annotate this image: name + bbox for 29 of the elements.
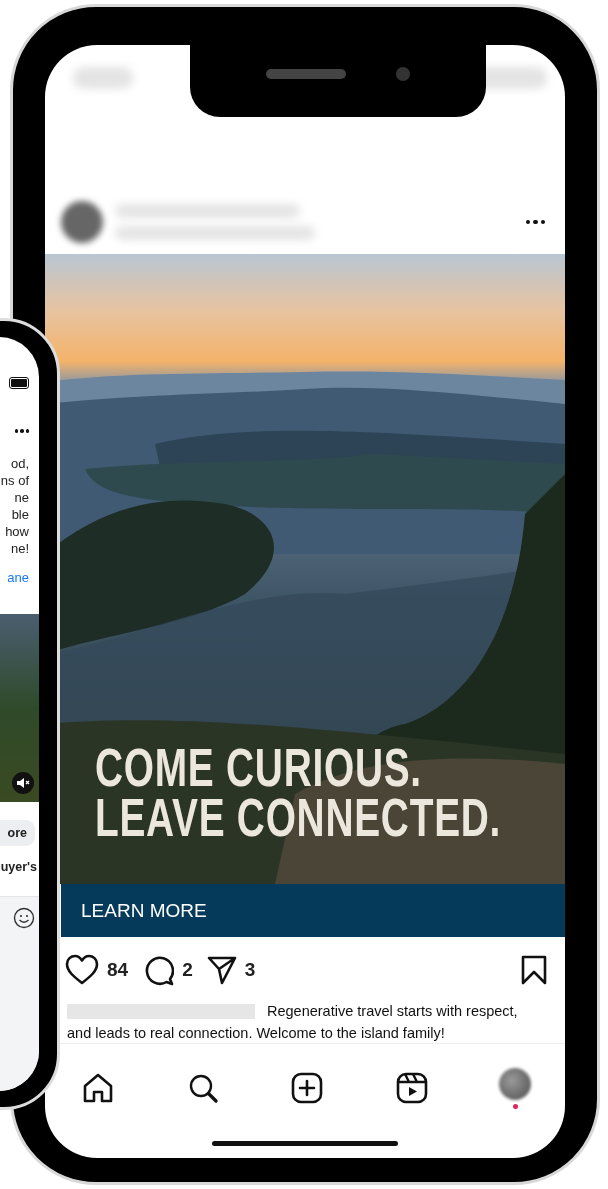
learn-more-button[interactable]: ore [0,819,35,846]
send-icon[interactable] [206,954,237,985]
action-count: 84 [107,958,129,981]
post-text-fragment: how [5,522,29,540]
headline-text: LEAVE CONNECTED. [95,792,502,842]
post-text-fragment: ns of [0,471,29,489]
post-link[interactable]: ane [7,568,29,586]
headline-text: COME CURIOUS. [95,742,423,792]
post-text-fragment: od, [10,454,29,472]
add-icon[interactable] [290,1071,324,1105]
account-avatar[interactable] [61,201,103,243]
bookmark-icon[interactable] [521,954,547,985]
post-text-fragment: ble [11,505,29,523]
heart-icon[interactable] [65,953,99,986]
learn-more-button[interactable]: LEARN MORE [61,884,565,937]
status-time [73,67,133,89]
notification-dot-icon [512,1103,518,1109]
post-text-fragment: uyer's [0,859,37,874]
action-count: 2 [182,958,193,981]
muted-speaker-icon[interactable] [16,776,30,789]
post-text-fragment: ne [14,488,29,506]
emoji-icon[interactable] [13,906,35,929]
post-text-fragment: ne! [10,539,29,557]
action-count: 3 [244,958,256,981]
battery-icon [9,377,29,389]
home-icon[interactable] [81,1071,115,1105]
reels-icon[interactable] [394,1071,429,1105]
profile-avatar[interactable] [499,1067,531,1100]
more-options-icon[interactable] [14,429,29,433]
